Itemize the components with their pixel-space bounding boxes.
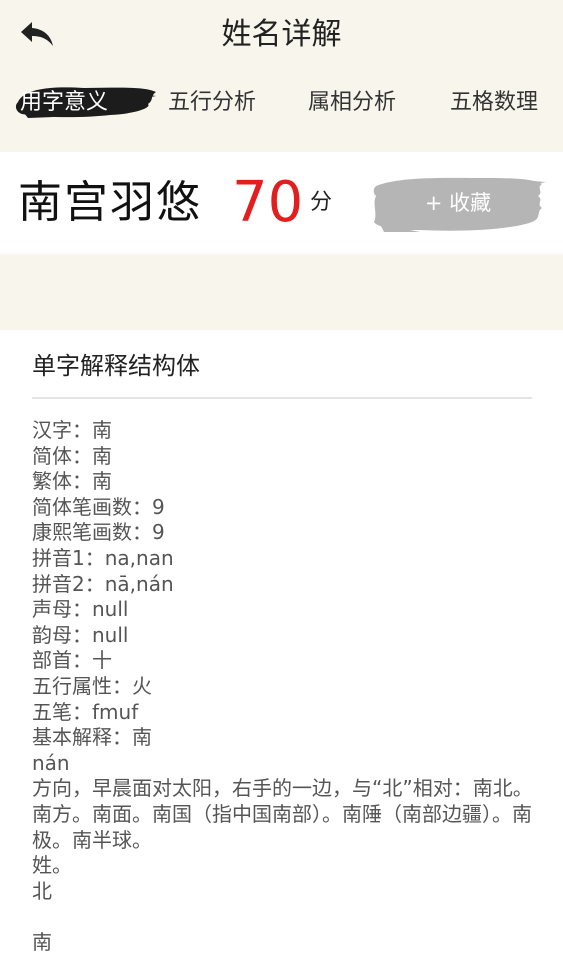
info-line: nán (32, 750, 70, 775)
info-line: 基本解释：南 (32, 725, 152, 750)
info-line: 声母：null (32, 597, 129, 622)
tab-wuge[interactable]: 五格数理 (450, 78, 538, 128)
full-name: 南宫羽悠 (18, 177, 202, 228)
info-line: 韵母：null (32, 622, 129, 647)
info-line: 拼音2：nā,nán (32, 571, 174, 596)
favorite-button[interactable]: + 收藏 (370, 174, 546, 234)
tab-bar: 用字意义 五行分析 属相分析 五格数理 (0, 78, 563, 128)
header-bar: 姓名详解 (0, 0, 563, 70)
info-line: 南 (32, 929, 52, 954)
favorite-label: + 收藏 (424, 191, 492, 215)
tab-wuxing[interactable]: 五行分析 (168, 78, 256, 128)
info-line: 汉字：南 (32, 418, 112, 442)
info-line: 北 (32, 878, 52, 903)
info-line: 方向，早晨面对太阳，右手的一边，与“北”相对：南北。南方。南面。南国（指中国南部… (32, 776, 533, 852)
score-value: 70 (232, 170, 304, 235)
score-card: 南宫羽悠 70 分 + 收藏 (0, 152, 563, 254)
info-line: 五行属性：火 (32, 673, 152, 698)
info-line: 繁体：南 (32, 469, 112, 494)
info-line: 简体笔画数：9 (32, 494, 165, 519)
detail-panel: 单字解释结构体 汉字：南 简体：南 繁体：南 简体笔画数：9 康熙笔画数：9 拼音1：na… (0, 330, 563, 960)
info-line (32, 904, 537, 930)
info-line: 部首：十 (32, 648, 112, 673)
info-line: 五笔：fmuf (32, 699, 139, 724)
info-line: 简体：南 (32, 443, 112, 468)
tab-meaning[interactable]: 用字意义 (15, 78, 157, 128)
tab-label: 用字意义 (20, 90, 109, 115)
section-title: 单字解释结构体 (32, 352, 200, 380)
tab-zodiac[interactable]: 属相分析 (308, 78, 396, 128)
info-line: 姓。 (32, 853, 72, 878)
info-line: 康熙笔画数：9 (32, 520, 165, 545)
score-unit: 分 (310, 190, 333, 215)
divider (32, 397, 532, 399)
character-info: 汉字：南 简体：南 繁体：南 简体笔画数：9 康熙笔画数：9 拼音1：na,nan 拼音2：… (32, 418, 537, 955)
page-title: 姓名详解 (221, 17, 342, 52)
info-line: 拼音1：na,nan (32, 545, 174, 570)
